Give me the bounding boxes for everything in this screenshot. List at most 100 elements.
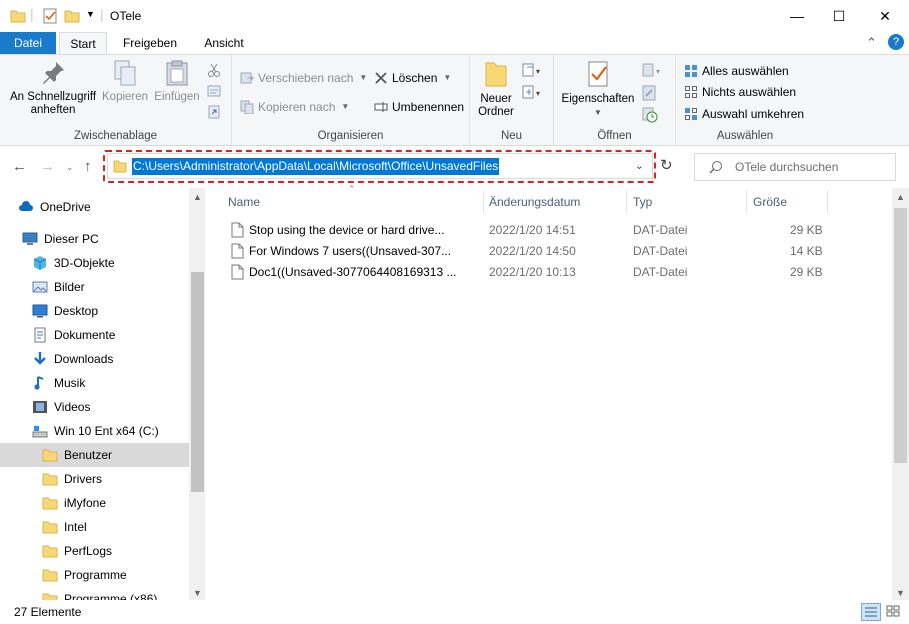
nav-item-label: Benutzer	[64, 448, 113, 462]
nav-item[interactable]: 3D-Objekte	[0, 251, 190, 275]
column-type[interactable]: Typ	[633, 188, 652, 216]
column-separator[interactable]	[626, 190, 627, 214]
column-date[interactable]: Änderungsdatum	[489, 188, 580, 216]
new-item-icon[interactable]: ▾	[522, 63, 544, 79]
scroll-down-icon[interactable]: ▼	[193, 588, 202, 598]
nav-item[interactable]: Programme	[0, 563, 190, 587]
nav-scrollbar[interactable]: ▲ ▼	[189, 188, 205, 600]
nav-item[interactable]: Benutzer	[0, 443, 190, 467]
nav-item[interactable]: Videos	[0, 395, 190, 419]
cut-icon[interactable]	[207, 63, 221, 77]
select-none-label: Nichts auswählen	[702, 85, 797, 99]
new-folder-button[interactable]: Neuer Ordner	[474, 59, 518, 119]
copy-path-icon[interactable]	[207, 85, 221, 97]
file-row[interactable]: For Windows 7 users((Unsaved-307... 2022/…	[225, 241, 825, 262]
folder-icon	[42, 543, 58, 559]
nav-item[interactable]: Musik	[0, 371, 190, 395]
minimize-button[interactable]: —	[774, 0, 820, 32]
nav-item[interactable]: Downloads	[0, 347, 190, 371]
copy-to-label: Kopieren nach	[258, 100, 336, 114]
file-row[interactable]: Stop using the device or hard drive... 20…	[225, 220, 825, 241]
column-separator[interactable]	[483, 190, 484, 214]
nav-scroll-thumb[interactable]	[191, 272, 204, 492]
collapse-ribbon-icon[interactable]: ⌃	[866, 35, 877, 51]
forward-arrow-icon[interactable]: →	[40, 158, 55, 175]
nav-item[interactable]: PerfLogs	[0, 539, 190, 563]
file-scroll-thumb[interactable]	[894, 208, 907, 463]
nav-item[interactable]: Intel	[0, 515, 190, 539]
column-separator[interactable]	[827, 190, 828, 214]
nav-item[interactable]: OneDrive	[0, 195, 190, 219]
invert-selection-button[interactable]: Auswahl umkehren	[684, 104, 804, 124]
history-icon[interactable]	[642, 107, 658, 123]
properties-button[interactable]: Eigenschaften ▼	[558, 59, 638, 119]
file-icon	[231, 264, 244, 280]
nav-item[interactable]: Desktop	[0, 299, 190, 323]
pictures-icon	[32, 279, 48, 295]
properties-quick-icon[interactable]	[42, 8, 58, 24]
scroll-up-icon[interactable]: ▲	[896, 192, 905, 202]
open-icon[interactable]: ▾	[642, 63, 664, 79]
delete-button[interactable]: Löschen ▼	[374, 68, 451, 88]
nav-item-label: Bilder	[54, 280, 85, 294]
scroll-up-icon[interactable]: ▲	[193, 192, 202, 202]
window-title: OTele	[110, 9, 142, 23]
nav-item[interactable]: Programme (x86)	[0, 587, 190, 600]
tab-file[interactable]: Datei	[0, 32, 56, 54]
new-group: Neuer Ordner ▾ ▾ Neu	[470, 55, 554, 145]
column-name[interactable]: Name	[228, 188, 260, 216]
file-scrollbar[interactable]: ▲ ▼	[892, 188, 909, 600]
tiles-view-button[interactable]	[884, 603, 904, 621]
help-icon[interactable]: ?	[888, 34, 904, 50]
close-button[interactable]: ✕	[862, 0, 908, 32]
refresh-icon[interactable]: ↻	[660, 156, 673, 174]
file-row[interactable]: Doc1((Unsaved-3077064408169313 ... 2022/1…	[225, 262, 825, 283]
new-folder-label-2: Ordner	[478, 106, 514, 118]
up-arrow-icon[interactable]: ↑	[84, 158, 92, 175]
nav-item[interactable]: Dokumente	[0, 323, 190, 347]
select-none-button[interactable]: Nichts auswählen	[684, 82, 796, 102]
copy-to-button[interactable]: Kopieren nach ▼	[240, 97, 349, 117]
column-separator[interactable]	[746, 190, 747, 214]
organize-group: Verschieben nach ▼ Kopieren nach ▼ Löschen…	[232, 55, 470, 145]
tab-view[interactable]: Ansicht	[196, 32, 252, 54]
nav-item-label: PerfLogs	[64, 544, 113, 558]
back-arrow-icon[interactable]: ←	[12, 158, 27, 175]
search-box[interactable]: OTele durchsuchen	[694, 153, 896, 181]
select-all-label: Alles auswählen	[702, 64, 789, 78]
nav-item[interactable]: Dieser PC	[0, 227, 190, 251]
move-to-label: Verschieben nach	[258, 71, 354, 85]
address-row: ← → ⌄ ↑ C:\Users\Administrator\AppData\L…	[0, 146, 909, 188]
pin-label-2: anheften	[30, 104, 76, 116]
copy-button[interactable]: Kopieren	[102, 59, 148, 104]
column-size[interactable]: Größe	[753, 188, 787, 216]
paste-button[interactable]: Einfügen	[150, 59, 204, 104]
documents-icon	[32, 327, 48, 343]
recent-locations-icon[interactable]: ⌄	[66, 162, 74, 173]
pin-quick-access-button[interactable]: An Schnellzugriff anheften	[6, 59, 100, 117]
title-bar: | ▼ | OTele — ☐ ✕	[0, 0, 909, 32]
nav-item[interactable]: Drivers	[0, 467, 190, 491]
edit-icon[interactable]	[642, 85, 658, 101]
tab-share[interactable]: Freigeben	[115, 32, 185, 54]
rename-button[interactable]: Umbenennen	[374, 97, 464, 117]
nav-item[interactable]: iMyfone	[0, 491, 190, 515]
move-to-button[interactable]: Verschieben nach ▼	[240, 68, 367, 88]
select-all-button[interactable]: Alles auswählen	[684, 61, 789, 81]
navigation-pane: OneDrive Dieser PC 3D-Objekte Bilder Desktop…	[0, 188, 205, 600]
scroll-down-icon[interactable]: ▼	[896, 588, 905, 598]
tab-start[interactable]: Start	[59, 32, 107, 55]
video-icon	[32, 399, 48, 415]
easy-access-icon[interactable]: ▾	[522, 85, 544, 101]
nav-item[interactable]: Bilder	[0, 275, 190, 299]
music-icon	[32, 375, 48, 391]
new-folder-quick-icon[interactable]	[64, 8, 80, 24]
maximize-button[interactable]: ☐	[816, 0, 862, 32]
details-view-button[interactable]	[861, 603, 881, 621]
paste-shortcut-icon[interactable]	[207, 105, 221, 119]
search-icon	[709, 161, 722, 174]
nav-item[interactable]: Win 10 Ent x64 (C:)	[0, 419, 190, 443]
paste-label: Einfügen	[154, 91, 200, 103]
customize-quick-access-icon[interactable]: ▼	[86, 9, 95, 25]
ribbon-tabs: Datei Start Freigeben Ansicht ⌃ ?	[0, 32, 909, 55]
